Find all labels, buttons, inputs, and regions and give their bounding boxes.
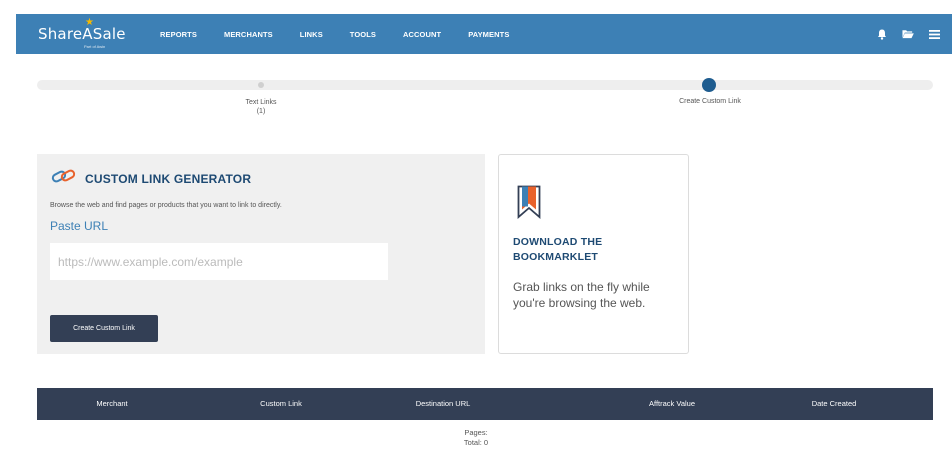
- folder-icon[interactable]: [902, 28, 914, 40]
- logo-text: ShareASale: [38, 25, 126, 43]
- column-afftrack-value[interactable]: Afftrack Value: [597, 388, 747, 420]
- logo-subtext: Part of Awin: [84, 44, 106, 49]
- nav-merchants[interactable]: MERCHANTS: [224, 30, 273, 39]
- column-merchant[interactable]: Merchant: [37, 388, 187, 420]
- custom-links-table-header: Merchant Custom Link Destination URL Aff…: [37, 388, 933, 420]
- generator-title: CUSTOM LINK GENERATOR: [85, 171, 252, 186]
- nav-links[interactable]: LINKS: [300, 30, 323, 39]
- create-custom-link-button[interactable]: Create Custom Link: [50, 315, 158, 342]
- step-label-create-custom-link: Create Custom Link: [679, 98, 741, 105]
- step-label-text: Text Links: [245, 99, 277, 106]
- bookmark-icon: [517, 185, 541, 224]
- custom-link-generator-panel: CUSTOM LINK GENERATOR Browse the web and…: [37, 154, 485, 354]
- bookmarklet-card[interactable]: DOWNLOAD THE BOOKMARKLET Grab links on t…: [498, 154, 689, 354]
- nav-account[interactable]: ACCOUNT: [403, 30, 441, 39]
- bookmarklet-title-line1: DOWNLOAD THE: [513, 236, 603, 248]
- bell-icon[interactable]: [876, 28, 888, 40]
- generator-description: Browse the web and find pages or product…: [50, 202, 282, 209]
- column-custom-link[interactable]: Custom Link: [193, 388, 369, 420]
- step-dot-text-links[interactable]: [258, 82, 264, 88]
- total-label: Total: 0: [463, 438, 489, 447]
- bookmarklet-description: Grab links on the fly while you're brows…: [513, 280, 650, 310]
- bookmarklet-title: DOWNLOAD THE BOOKMARKLET: [513, 235, 602, 265]
- column-destination-url[interactable]: Destination URL: [359, 388, 527, 420]
- chain-link-icon: [51, 168, 77, 189]
- pagination-info: Pages: Total: 0: [0, 428, 952, 448]
- step-dot-create-custom-link[interactable]: [702, 78, 716, 92]
- menu-icon[interactable]: [928, 28, 940, 40]
- progress-stepper: [37, 80, 933, 90]
- nav-reports[interactable]: REPORTS: [160, 30, 197, 39]
- main-nav: REPORTS MERCHANTS LINKS TOOLS ACCOUNT PA…: [160, 14, 536, 54]
- bookmarklet-title-line2: BOOKMARKLET: [513, 251, 599, 263]
- generator-title-row: CUSTOM LINK GENERATOR: [51, 168, 251, 189]
- nav-tools[interactable]: TOOLS: [350, 30, 376, 39]
- paste-url-label: Paste URL: [50, 219, 109, 233]
- nav-payments[interactable]: PAYMENTS: [468, 30, 509, 39]
- step-label-count: (1): [256, 108, 266, 115]
- step-label-text-links[interactable]: Text Links (1): [222, 98, 300, 116]
- header-icons: [876, 14, 940, 54]
- pages-label: Pages:: [464, 428, 488, 437]
- column-date-created[interactable]: Date Created: [759, 388, 909, 420]
- top-nav-bar: ★ ShareASale Part of Awin REPORTS MERCHA…: [16, 14, 952, 54]
- shareasale-logo[interactable]: ★ ShareASale Part of Awin: [38, 17, 148, 50]
- url-input[interactable]: [50, 243, 388, 280]
